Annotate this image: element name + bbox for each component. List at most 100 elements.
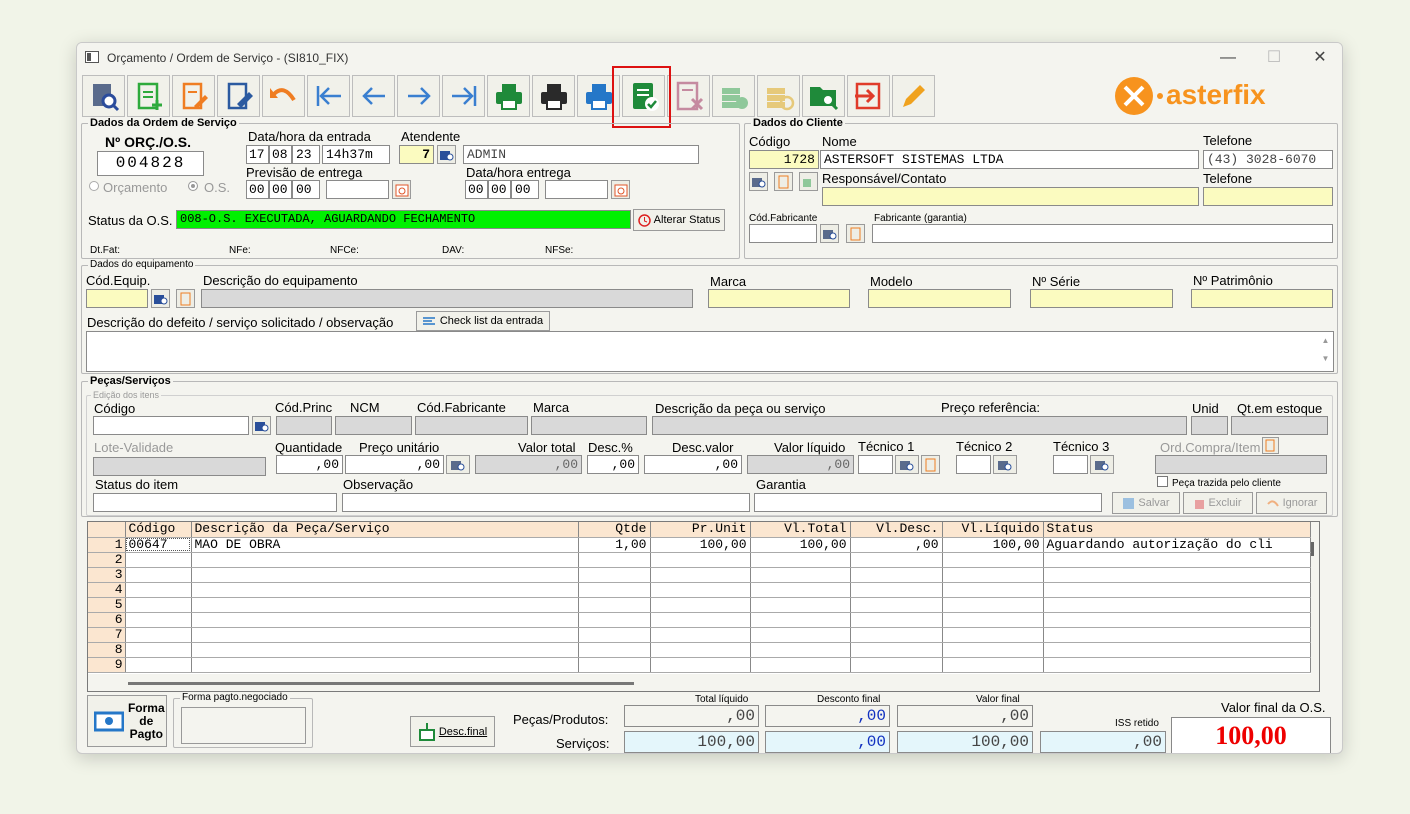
exit-button[interactable] [847, 75, 890, 117]
cell-net[interactable] [942, 642, 1044, 658]
cell-unit[interactable] [650, 612, 751, 628]
cell-total[interactable]: 100,00 [750, 537, 851, 553]
cell-disc[interactable] [850, 597, 943, 613]
table-row[interactable]: 5 [88, 597, 1311, 613]
services-final-field[interactable]: 100,00 [897, 731, 1033, 753]
save-button[interactable]: Salvar [1112, 492, 1180, 514]
header-total[interactable]: Vl.Total [750, 522, 851, 538]
parts-discount-field[interactable]: ,00 [765, 705, 890, 727]
cell-code[interactable] [125, 642, 192, 658]
equip-edit-button[interactable] [176, 289, 195, 308]
part-brand-field[interactable] [531, 416, 647, 435]
print-green-button[interactable] [487, 75, 530, 117]
table-row[interactable]: 9 [88, 657, 1311, 673]
cell-net[interactable]: 100,00 [942, 537, 1044, 553]
cell-total[interactable] [750, 552, 851, 568]
delivery-month-field[interactable]: 00 [488, 180, 511, 199]
equip-model-field[interactable] [868, 289, 1011, 308]
cell-status[interactable] [1043, 567, 1311, 583]
tech1-search-button[interactable] [895, 455, 919, 474]
edit-doc-button[interactable] [172, 75, 215, 117]
delivery-year-field[interactable]: 00 [511, 180, 539, 199]
part-search-button[interactable] [252, 416, 271, 435]
part-desc-field[interactable] [652, 416, 1187, 435]
edit-doc-2-button[interactable] [217, 75, 260, 117]
items-grid[interactable]: Código Descrição da Peça/Serviço Qtde Pr… [87, 521, 1320, 692]
cell-qty[interactable] [578, 657, 651, 673]
price-field[interactable]: ,00 [345, 455, 444, 474]
status-field[interactable]: 008-O.S. EXECUTADA, AGUARDANDO FECHAMENT… [176, 210, 631, 229]
cell-net[interactable] [942, 597, 1044, 613]
fab-field[interactable] [872, 224, 1333, 243]
cell-code[interactable] [125, 657, 192, 673]
cell-unit[interactable] [650, 552, 751, 568]
cell-code[interactable] [125, 582, 192, 598]
cell-unit[interactable] [650, 567, 751, 583]
alter-status-button[interactable]: Alterar Status [633, 209, 725, 231]
pencil-button[interactable] [892, 75, 935, 117]
maximize-button[interactable]: ☐ [1251, 47, 1297, 69]
attendant-code-field[interactable]: 7 [399, 145, 434, 164]
client-code-field[interactable]: 1728 [749, 150, 819, 169]
header-desc[interactable]: Descrição da Peça/Serviço [191, 522, 579, 538]
tech2-field[interactable] [956, 455, 991, 474]
cell-status[interactable] [1043, 582, 1311, 598]
cell-code[interactable] [125, 567, 192, 583]
cell-disc[interactable] [850, 612, 943, 628]
delivery-day-field[interactable]: 00 [465, 180, 488, 199]
total-field[interactable]: ,00 [475, 455, 582, 474]
cell-disc[interactable] [850, 552, 943, 568]
close-button[interactable]: ✕ [1297, 47, 1342, 69]
payment-button[interactable]: Forma de Pagto [87, 695, 167, 747]
brought-checkbox[interactable] [1157, 476, 1168, 487]
table-row[interactable]: 3 [88, 567, 1311, 583]
cell-qty[interactable] [578, 552, 651, 568]
iss-field[interactable]: ,00 [1040, 731, 1166, 753]
cell-net[interactable] [942, 582, 1044, 598]
part-fab-field[interactable] [415, 416, 528, 435]
header-unit[interactable]: Pr.Unit [650, 522, 751, 538]
part-stock-field[interactable] [1231, 416, 1328, 435]
fab-search-button[interactable] [820, 224, 839, 243]
cell-status[interactable] [1043, 642, 1311, 658]
cell-unit[interactable] [650, 657, 751, 673]
attendant-name-field[interactable]: ADMIN [463, 145, 699, 164]
cell-total[interactable] [750, 657, 851, 673]
money-add-button[interactable] [712, 75, 755, 117]
client-phone-field[interactable]: (43) 3028-6070 [1203, 150, 1333, 169]
cell-code[interactable] [125, 612, 192, 628]
grid-hscroll-thumb[interactable] [128, 682, 634, 685]
client-search-button[interactable] [749, 172, 768, 191]
cell-qty[interactable] [578, 642, 651, 658]
tech3-field[interactable] [1053, 455, 1088, 474]
qty-field[interactable]: ,00 [276, 455, 343, 474]
equip-brand-field[interactable] [708, 289, 850, 308]
parts-total-field[interactable]: ,00 [624, 705, 759, 727]
cell-total[interactable] [750, 642, 851, 658]
entry-time-field[interactable]: 14h37m [322, 145, 390, 164]
parts-final-field[interactable]: ,00 [897, 705, 1033, 727]
item-status-field[interactable] [93, 493, 337, 512]
radio-os[interactable] [188, 181, 198, 191]
contact-phone-field[interactable] [1203, 187, 1333, 206]
delivery-time-field[interactable] [545, 180, 608, 199]
services-discount-field[interactable]: ,00 [765, 731, 890, 753]
cell-desc[interactable] [191, 582, 579, 598]
cell-code[interactable] [125, 597, 192, 613]
table-row[interactable]: 4 [88, 582, 1311, 598]
cell-status[interactable] [1043, 597, 1311, 613]
cell-disc[interactable] [850, 567, 943, 583]
cell-qty[interactable] [578, 567, 651, 583]
cell-total[interactable] [750, 612, 851, 628]
equip-search-button[interactable] [151, 289, 170, 308]
final-discount-button[interactable]: Desc.final [410, 716, 495, 747]
cell-code[interactable] [125, 627, 192, 643]
order-field[interactable] [1155, 455, 1327, 474]
cell-status[interactable] [1043, 627, 1311, 643]
cancel-doc-button[interactable] [667, 75, 710, 117]
cell-qty[interactable] [578, 582, 651, 598]
cell-desc[interactable] [191, 612, 579, 628]
fab-edit-button[interactable] [846, 224, 865, 243]
cell-unit[interactable]: 100,00 [650, 537, 751, 553]
prev-record-button[interactable] [352, 75, 395, 117]
